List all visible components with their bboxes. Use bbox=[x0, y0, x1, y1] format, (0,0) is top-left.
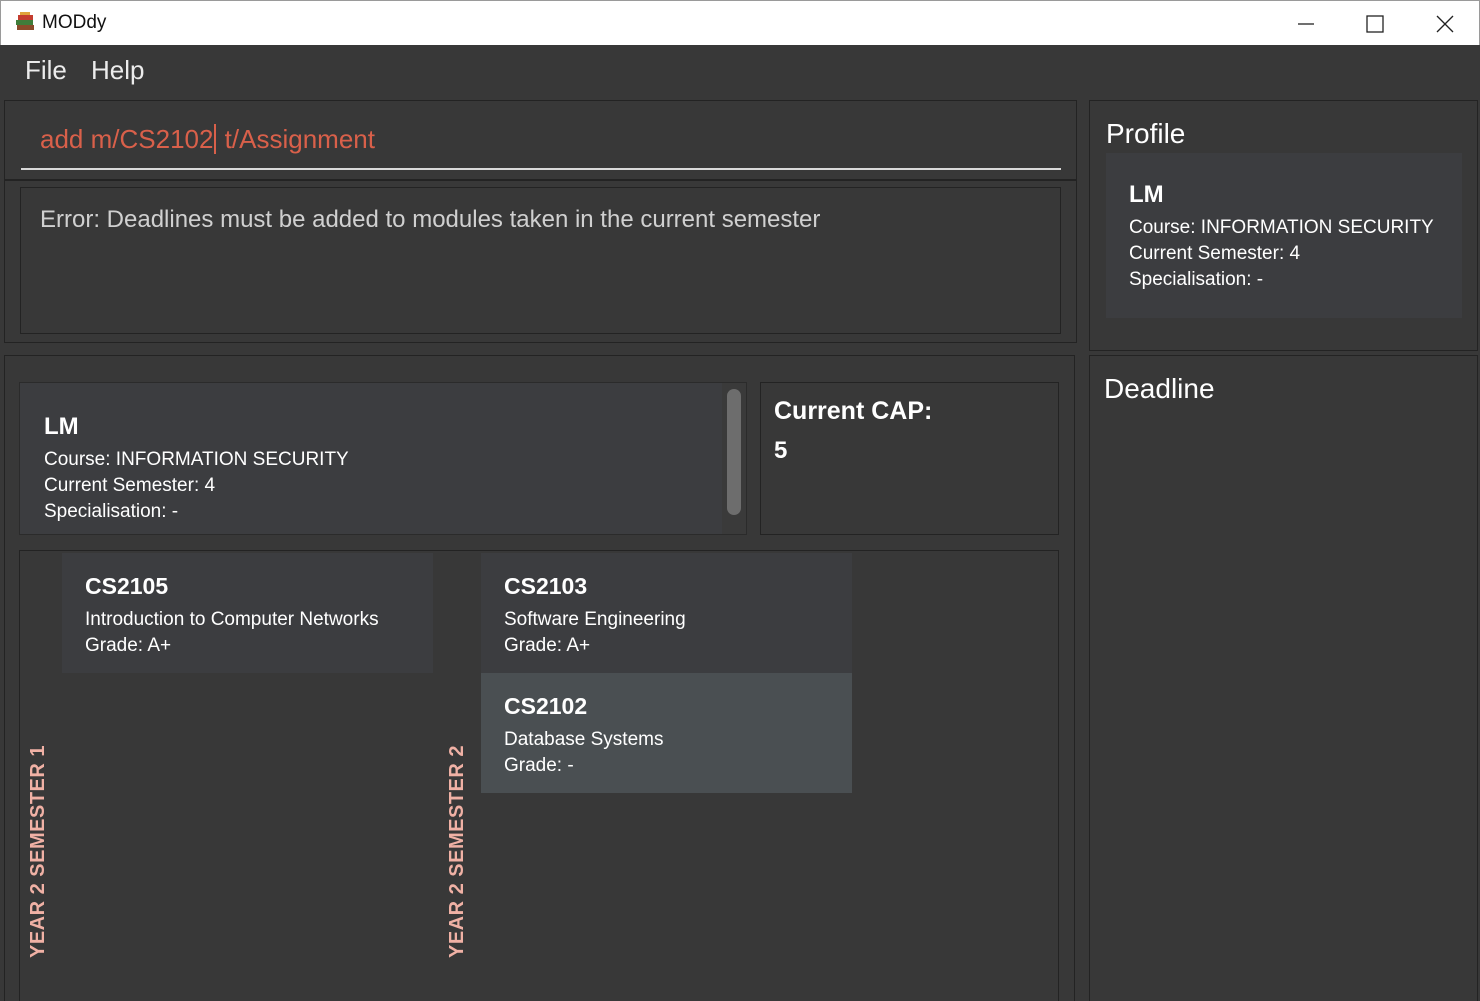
scrollbar-thumb[interactable] bbox=[727, 389, 741, 515]
module-title: Software Engineering bbox=[504, 609, 686, 630]
profile-title: Profile bbox=[1106, 118, 1186, 149]
module-grade: Grade: - bbox=[504, 755, 574, 776]
module-code: CS2102 bbox=[504, 693, 588, 719]
profile-scrollbar[interactable] bbox=[722, 383, 746, 534]
books-app-icon bbox=[16, 12, 34, 30]
cap-value: 5 bbox=[774, 437, 788, 464]
menu-file[interactable]: File bbox=[25, 55, 67, 86]
minimize-button[interactable] bbox=[1271, 1, 1341, 46]
student-profile-card: LM Course: INFORMATION SECURITY Current … bbox=[19, 382, 747, 535]
minimize-icon bbox=[1298, 23, 1314, 25]
command-text: add m/CS2102 t/Assignment bbox=[40, 124, 375, 155]
module-code: CS2103 bbox=[504, 573, 588, 599]
cap-label: Current CAP: bbox=[774, 397, 933, 425]
student-semester: Current Semester: 4 bbox=[1129, 243, 1301, 264]
result-message: Error: Deadlines must be added to module… bbox=[40, 206, 821, 233]
student-specialisation: Specialisation: - bbox=[44, 501, 179, 522]
command-input[interactable]: add m/CS2102 t/Assignment bbox=[21, 110, 1061, 170]
student-course: Course: INFORMATION SECURITY bbox=[1129, 217, 1434, 238]
cap-card: Current CAP: 5 bbox=[760, 382, 1059, 535]
student-name: LM bbox=[1129, 181, 1164, 208]
result-display: Error: Deadlines must be added to module… bbox=[20, 187, 1061, 334]
student-course: Course: INFORMATION SECURITY bbox=[44, 449, 349, 470]
menu-help[interactable]: Help bbox=[91, 55, 144, 86]
close-icon bbox=[1436, 15, 1454, 33]
menu-bar: File Help bbox=[0, 45, 1480, 100]
close-button[interactable] bbox=[1410, 1, 1480, 46]
semester-label-y2s1: YEAR 2 SEMESTER 1 bbox=[27, 744, 49, 958]
student-specialisation: Specialisation: - bbox=[1129, 269, 1264, 290]
title-bar: MODdy bbox=[0, 0, 1480, 45]
semester-label-y2s2: YEAR 2 SEMESTER 2 bbox=[446, 744, 468, 958]
maximize-button[interactable] bbox=[1340, 1, 1410, 46]
module-card-selected[interactable]: CS2102 Database Systems Grade: - bbox=[481, 673, 852, 793]
command-text-before-caret: add m/CS2102 bbox=[40, 124, 214, 154]
command-text-after-caret: t/Assignment bbox=[217, 124, 375, 154]
module-code: CS2105 bbox=[85, 573, 169, 599]
module-card[interactable]: CS2105 Introduction to Computer Networks… bbox=[62, 553, 433, 673]
side-profile-card: LM Course: INFORMATION SECURITY Current … bbox=[1106, 153, 1462, 318]
deadline-panel bbox=[1089, 355, 1478, 1001]
module-title: Introduction to Computer Networks bbox=[85, 609, 379, 630]
deadline-title: Deadline bbox=[1104, 373, 1215, 404]
module-card[interactable]: CS2103 Software Engineering Grade: A+ bbox=[481, 553, 852, 673]
maximize-icon bbox=[1366, 15, 1384, 33]
module-title: Database Systems bbox=[504, 729, 664, 750]
module-grade: Grade: A+ bbox=[504, 635, 591, 656]
module-grade: Grade: A+ bbox=[85, 635, 172, 656]
student-semester: Current Semester: 4 bbox=[44, 475, 216, 496]
window-title: MODdy bbox=[42, 12, 107, 33]
student-name: LM bbox=[44, 413, 79, 440]
